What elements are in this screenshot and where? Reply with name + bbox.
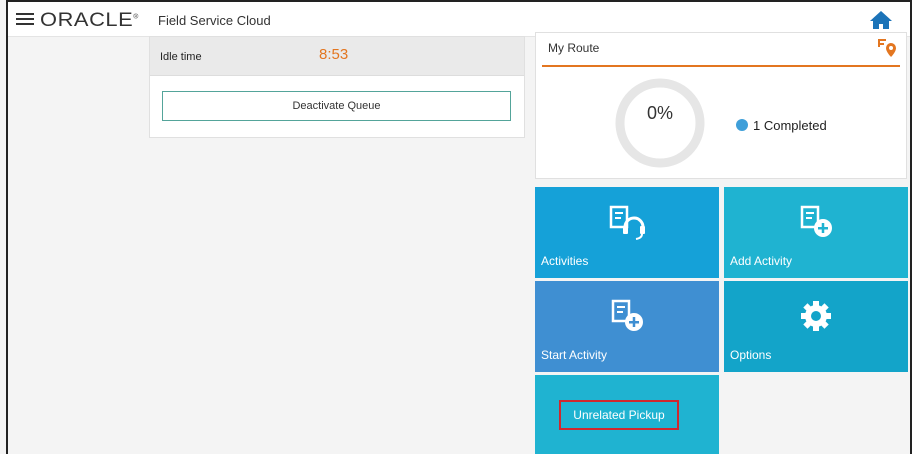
my-route-card[interactable]: My Route 0% 1 Completed [535, 32, 907, 179]
idle-time-value: 8:53 [319, 46, 349, 63]
gear-icon [801, 301, 831, 331]
start-activity-label: Start Activity [541, 348, 608, 362]
options-tile[interactable]: Options [724, 281, 908, 372]
activities-icon [609, 205, 645, 240]
add-activity-icon [800, 205, 832, 237]
home-icon [870, 11, 892, 29]
activities-tile[interactable]: Activities [535, 187, 719, 278]
activities-label: Activities [541, 254, 589, 268]
idle-time-label: Idle time [160, 51, 202, 63]
route-divider [542, 65, 900, 67]
idle-time-row: Idle time 8:53 [150, 37, 524, 76]
completed-legend-label: 1 Completed [753, 118, 827, 133]
options-label: Options [730, 348, 772, 362]
oracle-logo: ORACLE® [40, 10, 139, 31]
app-title: Field Service Cloud [158, 13, 271, 28]
start-activity-icon [611, 299, 643, 331]
unrelated-pickup-tile[interactable]: Unrelated Pickup [535, 375, 719, 454]
start-activity-tile[interactable]: Start Activity [535, 281, 719, 372]
route-title: My Route [548, 41, 600, 55]
completed-legend-dot [736, 119, 748, 131]
add-activity-tile[interactable]: Add Activity [724, 187, 908, 278]
queue-card: Idle time 8:53 Deactivate Queue [149, 36, 525, 138]
unrelated-pickup-label: Unrelated Pickup [559, 400, 679, 430]
menu-icon[interactable] [16, 13, 34, 26]
app-window: ORACLE® Field Service Cloud Idle time 8:… [6, 0, 912, 454]
deactivate-queue-button[interactable]: Deactivate Queue [162, 91, 511, 121]
route-map-icon[interactable] [876, 37, 900, 59]
add-activity-label: Add Activity [730, 254, 793, 268]
progress-percent: 0% [646, 103, 673, 123]
